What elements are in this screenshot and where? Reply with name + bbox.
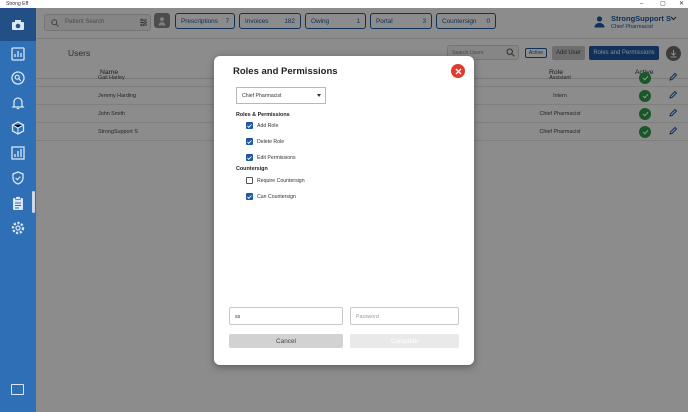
roles-permissions-dialog: Roles and Permissions Chief Pharmacist R… xyxy=(214,56,474,365)
checkbox[interactable] xyxy=(246,138,253,145)
roles-section-label: Roles & Permissions xyxy=(236,112,290,118)
clipboard-icon xyxy=(13,196,23,210)
sidebar xyxy=(0,8,36,412)
dialog-title: Roles and Permissions xyxy=(233,66,338,77)
bar-chart-icon xyxy=(11,146,25,160)
sidebar-item-clipboard[interactable] xyxy=(10,195,26,211)
sidebar-item-settings[interactable] xyxy=(10,220,26,236)
maximize-button[interactable]: ▢ xyxy=(660,0,666,8)
close-icon xyxy=(455,68,461,74)
checkbox-label: Edit Permissions xyxy=(257,154,296,161)
minimize-button[interactable]: – xyxy=(640,0,643,8)
checkbox-label: Can Countersign xyxy=(257,193,296,200)
username-input[interactable]: ss xyxy=(229,307,343,325)
sidebar-item-compliance[interactable] xyxy=(10,170,26,186)
checkbox-delete-role[interactable]: Delete Role xyxy=(246,137,284,146)
checkbox[interactable] xyxy=(246,122,253,129)
chart-box-icon xyxy=(11,47,25,61)
sidebar-scrollbar[interactable] xyxy=(32,191,35,213)
password-placeholder: Password xyxy=(356,314,379,320)
checkbox-label: Require Countersign xyxy=(257,177,305,184)
caret-down-icon xyxy=(317,94,321,97)
countersign-section-label: Countersign xyxy=(236,166,268,172)
sidebar-item-inventory[interactable] xyxy=(10,120,26,136)
close-dialog-button[interactable] xyxy=(451,64,465,78)
checkbox[interactable] xyxy=(246,177,253,184)
checkbox-edit-permissions[interactable]: Edit Permissions xyxy=(246,153,296,162)
username-value: ss xyxy=(235,314,241,320)
checkbox[interactable] xyxy=(246,154,253,161)
checkbox-can-countersign[interactable]: Can Countersign xyxy=(246,192,296,201)
complete-button[interactable]: Complete xyxy=(350,334,459,348)
camera-icon xyxy=(12,19,24,30)
close-window-button[interactable]: ✕ xyxy=(679,0,684,8)
role-select-value: Chief Pharmacist xyxy=(242,93,282,99)
search-circle-icon xyxy=(11,71,25,85)
shield-check-icon xyxy=(12,171,24,185)
sidebar-item-search[interactable] xyxy=(10,70,26,86)
checkbox-label: Delete Role xyxy=(257,138,285,145)
sidebar-item-reports[interactable] xyxy=(10,145,26,161)
sidebar-collapse-icon[interactable] xyxy=(11,384,24,395)
checkbox-label: Add Role xyxy=(257,122,279,129)
sidebar-item-notifications[interactable] xyxy=(10,95,26,111)
checkbox-add-role[interactable]: Add Role xyxy=(246,121,278,130)
box-icon xyxy=(11,121,25,135)
sidebar-logo[interactable] xyxy=(0,8,36,41)
cancel-button[interactable]: Cancel xyxy=(229,334,343,348)
checkbox-require-countersign[interactable]: Require Countersign xyxy=(246,176,305,185)
sidebar-item-dashboard[interactable] xyxy=(10,46,26,62)
gear-icon xyxy=(11,221,25,235)
window-titlebar: Strong Eff – ▢ ✕ xyxy=(0,0,688,8)
checkbox[interactable] xyxy=(246,193,253,200)
bell-icon xyxy=(11,97,25,110)
password-input[interactable]: Password xyxy=(350,307,459,325)
role-select[interactable]: Chief Pharmacist xyxy=(236,87,326,104)
window-title: Strong Eff xyxy=(6,1,29,7)
